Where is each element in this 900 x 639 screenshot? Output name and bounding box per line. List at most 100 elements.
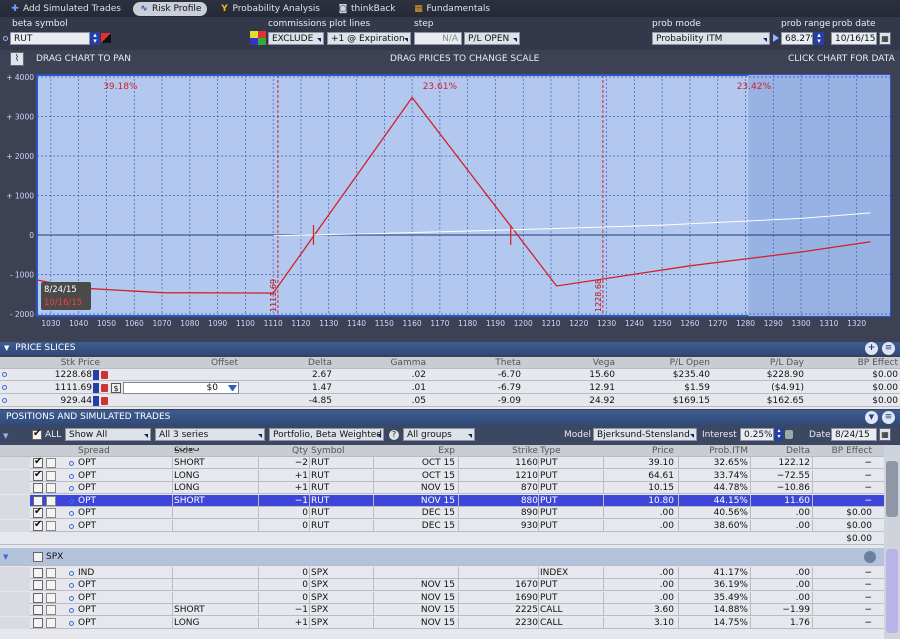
weighting-dropdown[interactable]: Portfolio, Beta Weighted: [269, 428, 384, 441]
row-checkbox[interactable]: [33, 506, 43, 519]
slice-price[interactable]: 929.44: [40, 395, 93, 407]
scrollbar-thumb-2[interactable]: [886, 549, 898, 633]
row-checkbox[interactable]: [33, 605, 43, 616]
row-checkbox[interactable]: [33, 567, 43, 578]
row-checkbox-secondary[interactable]: [46, 458, 56, 468]
risk-profile-chart[interactable]: 1030 1040 1050 1060 1070 1080 1090 1100 1110 1120…: [0, 70, 900, 342]
slice-spinner[interactable]: [93, 396, 99, 406]
row-checkbox-secondary[interactable]: [46, 521, 56, 531]
link-icon[interactable]: [69, 608, 74, 614]
slice-price[interactable]: 1111.69: [40, 382, 92, 394]
link-icon[interactable]: [69, 461, 74, 466]
group-checkbox[interactable]: [33, 551, 43, 562]
group-collapse-icon[interactable]: ▼: [3, 553, 8, 561]
series-filter-dropdown[interactable]: All 3 series: [155, 428, 265, 441]
price-slice-row[interactable]: 1111.69 $ $0 1.47 .01 -6.79 12.91 $1.59 ($4.91) $…: [0, 382, 900, 394]
row-checkbox[interactable]: [33, 495, 43, 506]
link-icon[interactable]: [69, 570, 74, 576]
link-icon[interactable]: [69, 524, 74, 529]
tab-add-simulated-trades[interactable]: ✚ Add Simulated Trades: [4, 2, 127, 16]
link-icon[interactable]: [2, 372, 7, 377]
commissions-dropdown[interactable]: EXCLUDE: [268, 32, 324, 45]
date-input[interactable]: 8/24/15: [831, 428, 877, 441]
row-checkbox[interactable]: [33, 469, 43, 481]
offset-input[interactable]: $0: [123, 382, 239, 394]
position-row[interactable]: OPT 0 SPX NOV 15 1670 PUT .00 36.19% .00 −: [0, 579, 884, 592]
dollar-icon[interactable]: $: [111, 383, 121, 393]
positions-scrollbar[interactable]: [884, 445, 900, 639]
lock-icon[interactable]: [101, 384, 108, 392]
info-icon[interactable]: ?: [389, 430, 399, 440]
step-input[interactable]: N/A: [414, 32, 462, 45]
row-checkbox-secondary[interactable]: [46, 483, 56, 494]
row-checkbox-secondary[interactable]: [46, 508, 56, 519]
position-row[interactable]: OPT 0RUT DEC 15 890PUT .00 40.56% .00 $0.00: [0, 506, 884, 520]
select-all-checkbox[interactable]: [32, 428, 42, 440]
link-icon[interactable]: [69, 595, 74, 601]
link-icon[interactable]: [69, 473, 74, 479]
model-dropdown[interactable]: Bjerksund-Stensland: [593, 428, 697, 441]
symbol-spinner[interactable]: ▴ ▾: [90, 32, 100, 45]
list-menu-icon[interactable]: ≡: [882, 342, 895, 355]
interest-input[interactable]: 0.25%: [740, 428, 774, 441]
link-icon[interactable]: [2, 398, 7, 403]
link-icon[interactable]: [3, 36, 8, 41]
position-row[interactable]: IND 0 SPX INDEX .00 41.17% .00 −: [0, 566, 884, 579]
position-row[interactable]: OPT SHORT −2RUT OCT 15 1160PUT 39.10 32.65% 122…: [0, 456, 884, 469]
row-checkbox-secondary[interactable]: [46, 470, 56, 481]
prob-date-input[interactable]: 10/16/15: [831, 32, 877, 45]
groups-dropdown[interactable]: All groups: [403, 428, 475, 441]
lock-icon[interactable]: [101, 371, 108, 379]
price-slice-row[interactable]: 929.44 -4.85 .05 -9.09 24.92 $169.15 $162.65 $0…: [0, 395, 900, 407]
position-row[interactable]: OPT 0RUT DEC 15 930PUT .00 38.60% .00 $0.00: [0, 519, 884, 532]
play-icon[interactable]: [773, 34, 779, 42]
row-checkbox-secondary[interactable]: [46, 618, 56, 628]
position-row[interactable]: OPT LONG +1 RUT NOV 15 870 PUT 10.15 44.78% −10.8…: [0, 482, 884, 495]
position-row[interactable]: OPT SHORT −1 SPX NOV 15 2225 CALL 3.60 14.88% −1.…: [0, 604, 884, 617]
row-checkbox-secondary[interactable]: [46, 580, 56, 591]
collapse-all-icon[interactable]: ▼: [865, 411, 878, 424]
link-icon[interactable]: [2, 385, 7, 390]
row-checkbox[interactable]: [33, 580, 43, 591]
color-picker-icon[interactable]: [101, 33, 111, 43]
row-checkbox[interactable]: [33, 592, 43, 603]
position-row[interactable]: OPT LONG +1 SPX NOV 15 2230 CALL 3.10 14.75% 1.76…: [0, 617, 884, 629]
row-checkbox[interactable]: [33, 483, 43, 494]
slice-price[interactable]: 1228.68: [40, 369, 92, 381]
collapse-icon[interactable]: ▼: [4, 344, 9, 352]
slice-spinner[interactable]: [93, 370, 99, 380]
chevron-down-icon[interactable]: [228, 385, 237, 392]
row-checkbox-secondary[interactable]: [46, 495, 56, 506]
link-icon[interactable]: [69, 583, 74, 589]
prob-mode-dropdown[interactable]: Probability ITM: [652, 32, 770, 45]
lock-icon[interactable]: [785, 430, 793, 439]
tab-thinkback[interactable]: ◙ thinkBack: [332, 2, 402, 16]
row-checkbox[interactable]: [33, 456, 43, 468]
lock-icon[interactable]: [101, 397, 108, 405]
chart-settings-icon[interactable]: ⌇: [10, 52, 24, 66]
row-checkbox-secondary[interactable]: [46, 567, 56, 578]
grid-color-icon[interactable]: [250, 31, 266, 45]
row-checkbox-secondary[interactable]: [46, 592, 56, 603]
gear-icon[interactable]: [864, 550, 876, 563]
positions-menu-icon[interactable]: ≡: [882, 411, 895, 424]
show-filter-dropdown[interactable]: Show All: [65, 428, 151, 441]
position-row[interactable]: OPT SHORT −1 RUT NOV 15 880 PUT 10.80 44.15% 11.6…: [0, 494, 884, 507]
link-icon[interactable]: [69, 486, 74, 492]
price-slice-row[interactable]: 1228.68 2.67 .02 -6.70 15.60 $235.40 $228.90 $0…: [0, 369, 900, 381]
row-checkbox[interactable]: [33, 519, 43, 531]
interest-spinner[interactable]: ▴ ▾: [775, 428, 783, 441]
pl-mode-dropdown[interactable]: P/L OPEN: [464, 32, 520, 45]
plot-lines-dropdown[interactable]: +1 @ Expiration: [327, 32, 411, 45]
prob-range-spinner[interactable]: ▴ ▾: [814, 32, 824, 45]
prob-range-input[interactable]: 68.27%: [781, 32, 813, 45]
tab-fundamentals[interactable]: ▦ Fundamentals: [408, 2, 497, 16]
spx-group-row[interactable]: ▼ SPX: [0, 547, 884, 566]
link-icon[interactable]: [69, 498, 74, 504]
row-checkbox[interactable]: [33, 618, 43, 628]
calendar-icon[interactable]: ▦: [879, 32, 891, 45]
tab-risk-profile[interactable]: ∿ Risk Profile: [132, 1, 208, 16]
position-row[interactable]: OPT 0 SPX NOV 15 1690 PUT .00 35.49% .00 −: [0, 591, 884, 604]
slice-spinner[interactable]: [93, 383, 99, 393]
add-slice-icon[interactable]: +: [865, 342, 878, 355]
